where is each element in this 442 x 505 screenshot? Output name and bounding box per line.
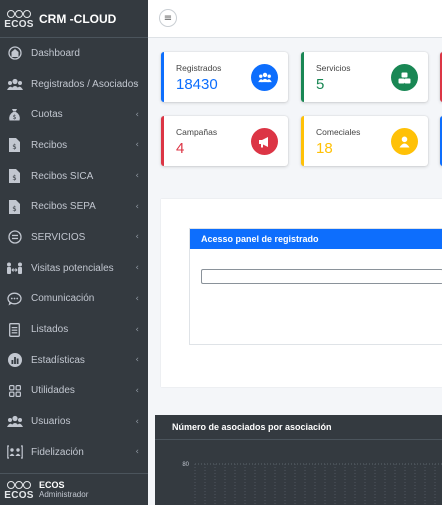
chart-grid: [194, 463, 442, 505]
stat-card-servicios[interactable]: Servicios 5: [301, 52, 428, 102]
svg-text:$: $: [12, 143, 16, 151]
list-circle-icon: [6, 229, 23, 246]
sidebar-item-usuarios[interactable]: Usuarios ‹: [0, 406, 148, 437]
sidebar-item-registrados[interactable]: Registrados / Asociados ‹: [0, 69, 148, 100]
sidebar-item-recibos-sica[interactable]: $ Recibos SICA ‹: [0, 161, 148, 192]
chat-icon: [6, 290, 23, 307]
chevron-left-icon: ‹: [135, 355, 139, 366]
sidebar-item-cuotas[interactable]: $ Cuotas ‹: [0, 99, 148, 130]
users-icon: [251, 64, 278, 91]
sidebar-item-label: Recibos: [31, 139, 68, 151]
app-title: CRM -CLOUD: [39, 11, 117, 26]
sidebar-item-label: Cuotas: [31, 109, 63, 121]
receipt-icon: $: [6, 198, 23, 215]
list-doc-icon: [6, 321, 23, 338]
registrado-access-panel: Acesso panel de registrado: [189, 228, 442, 345]
bar-chart-icon: [6, 352, 23, 369]
sidebar-item-label: Fidelización: [31, 446, 84, 458]
sidebar-item-estadisticas[interactable]: Estadísticas ‹: [0, 345, 148, 376]
users-icon: [6, 76, 23, 93]
sidebar-item-listados[interactable]: Listados ‹: [0, 314, 148, 345]
user-icon: [391, 128, 418, 155]
chevron-left-icon: ‹: [135, 171, 139, 182]
sidebar-item-fidelizacion[interactable]: Fidelización ‹: [0, 437, 148, 468]
stat-card-campanas[interactable]: Campañas 4: [161, 116, 288, 166]
panel-title: Acesso panel de registrado: [190, 229, 442, 249]
stat-label: Registrados: [176, 63, 222, 73]
receipt-icon: $: [6, 137, 23, 154]
loyalty-icon: [6, 444, 23, 461]
stat-value: 5: [316, 76, 325, 93]
stat-card-comerciales[interactable]: Comeciales 18: [301, 116, 428, 166]
svg-text:$: $: [13, 114, 17, 121]
chevron-left-icon: ‹: [135, 416, 139, 427]
sidebar-item-label: Dashboard: [31, 47, 80, 59]
sidebar-item-recibos-sepa[interactable]: $ Recibos SEPA ‹: [0, 191, 148, 222]
svg-text:$: $: [12, 205, 16, 213]
hamburger-menu-icon[interactable]: ≡: [159, 9, 177, 27]
y-tick-label: 80: [182, 462, 189, 468]
money-bag-icon: $: [6, 106, 23, 123]
logo-text: ECOS: [4, 18, 34, 30]
svg-text:$: $: [12, 174, 16, 182]
sidebar-item-visitas[interactable]: Visitas potenciales ‹: [0, 253, 148, 284]
people-arrows-icon: [6, 260, 23, 277]
sidebar: ECOS CRM -CLOUD Dashboard Registrados / …: [0, 0, 148, 505]
stat-value: 18430: [176, 76, 218, 93]
logo-text: ECOS: [4, 489, 34, 501]
stat-label: Comeciales: [316, 127, 361, 137]
brand-link[interactable]: ECOS CRM -CLOUD: [0, 0, 148, 38]
sidebar-item-label: Comunicación: [31, 293, 95, 305]
topbar: ≡: [148, 0, 442, 38]
sidebar-item-label: Listados: [31, 324, 69, 336]
chevron-left-icon: ‹: [135, 447, 139, 458]
cubes-icon: [391, 64, 418, 91]
sidebar-item-label: Estadísticas: [31, 354, 85, 366]
receipt-icon: $: [6, 168, 23, 185]
sidebar-item-comunicacion[interactable]: Comunicación ‹: [0, 284, 148, 315]
sidebar-item-label: Recibos SICA: [31, 170, 94, 182]
sidebar-item-label: Visitas potenciales: [31, 262, 114, 274]
chevron-left-icon: ‹: [135, 232, 139, 243]
sidebar-item-label: Usuarios: [31, 416, 71, 428]
user-role: Administrador: [39, 490, 89, 499]
sidebar-item-label: Utilidades: [31, 385, 75, 397]
megaphone-icon: [251, 128, 278, 155]
chevron-left-icon: ‹: [135, 201, 139, 212]
chevron-left-icon: ‹: [135, 109, 139, 120]
sidebar-item-utilidades[interactable]: Utilidades ‹: [0, 376, 148, 407]
grid-icon: [6, 382, 23, 399]
chevron-left-icon: ‹: [135, 385, 139, 396]
users-icon: [6, 413, 23, 430]
chevron-left-icon: ‹: [135, 324, 139, 335]
user-name: ECOS: [39, 480, 65, 490]
sidebar-item-label: Recibos SEPA: [31, 201, 96, 213]
sidebar-item-servicios[interactable]: SERVICIOS ‹: [0, 222, 148, 253]
chevron-left-icon: ‹: [135, 79, 139, 90]
sidebar-nav: Dashboard Registrados / Asociados ‹ $ Cu…: [0, 38, 148, 468]
chart-card: Número de asociados por asociación 80: [155, 415, 442, 505]
sidebar-item-label: Registrados / Asociados: [31, 78, 139, 90]
sidebar-item-label: SERVICIOS: [31, 231, 86, 243]
stat-value: 18: [316, 140, 333, 157]
ecos-logo-icon: ECOS: [4, 5, 34, 33]
registrado-select[interactable]: [201, 269, 442, 284]
stat-label: Servicios: [316, 63, 351, 73]
avatar: ECOS: [4, 476, 34, 504]
chevron-left-icon: ‹: [135, 293, 139, 304]
sidebar-item-recibos[interactable]: $ Recibos ‹: [0, 130, 148, 161]
stat-label: Campañas: [176, 127, 218, 137]
chart-plot: 80: [182, 462, 442, 505]
user-panel[interactable]: ECOS ECOS Administrador: [0, 473, 148, 505]
dashboard-icon: [6, 45, 23, 62]
stat-card-registrados[interactable]: Registrados 18430: [161, 52, 288, 102]
chevron-left-icon: ‹: [135, 263, 139, 274]
chevron-left-icon: ‹: [135, 140, 139, 151]
sidebar-item-dashboard[interactable]: Dashboard: [0, 38, 148, 69]
stat-value: 4: [176, 140, 185, 157]
